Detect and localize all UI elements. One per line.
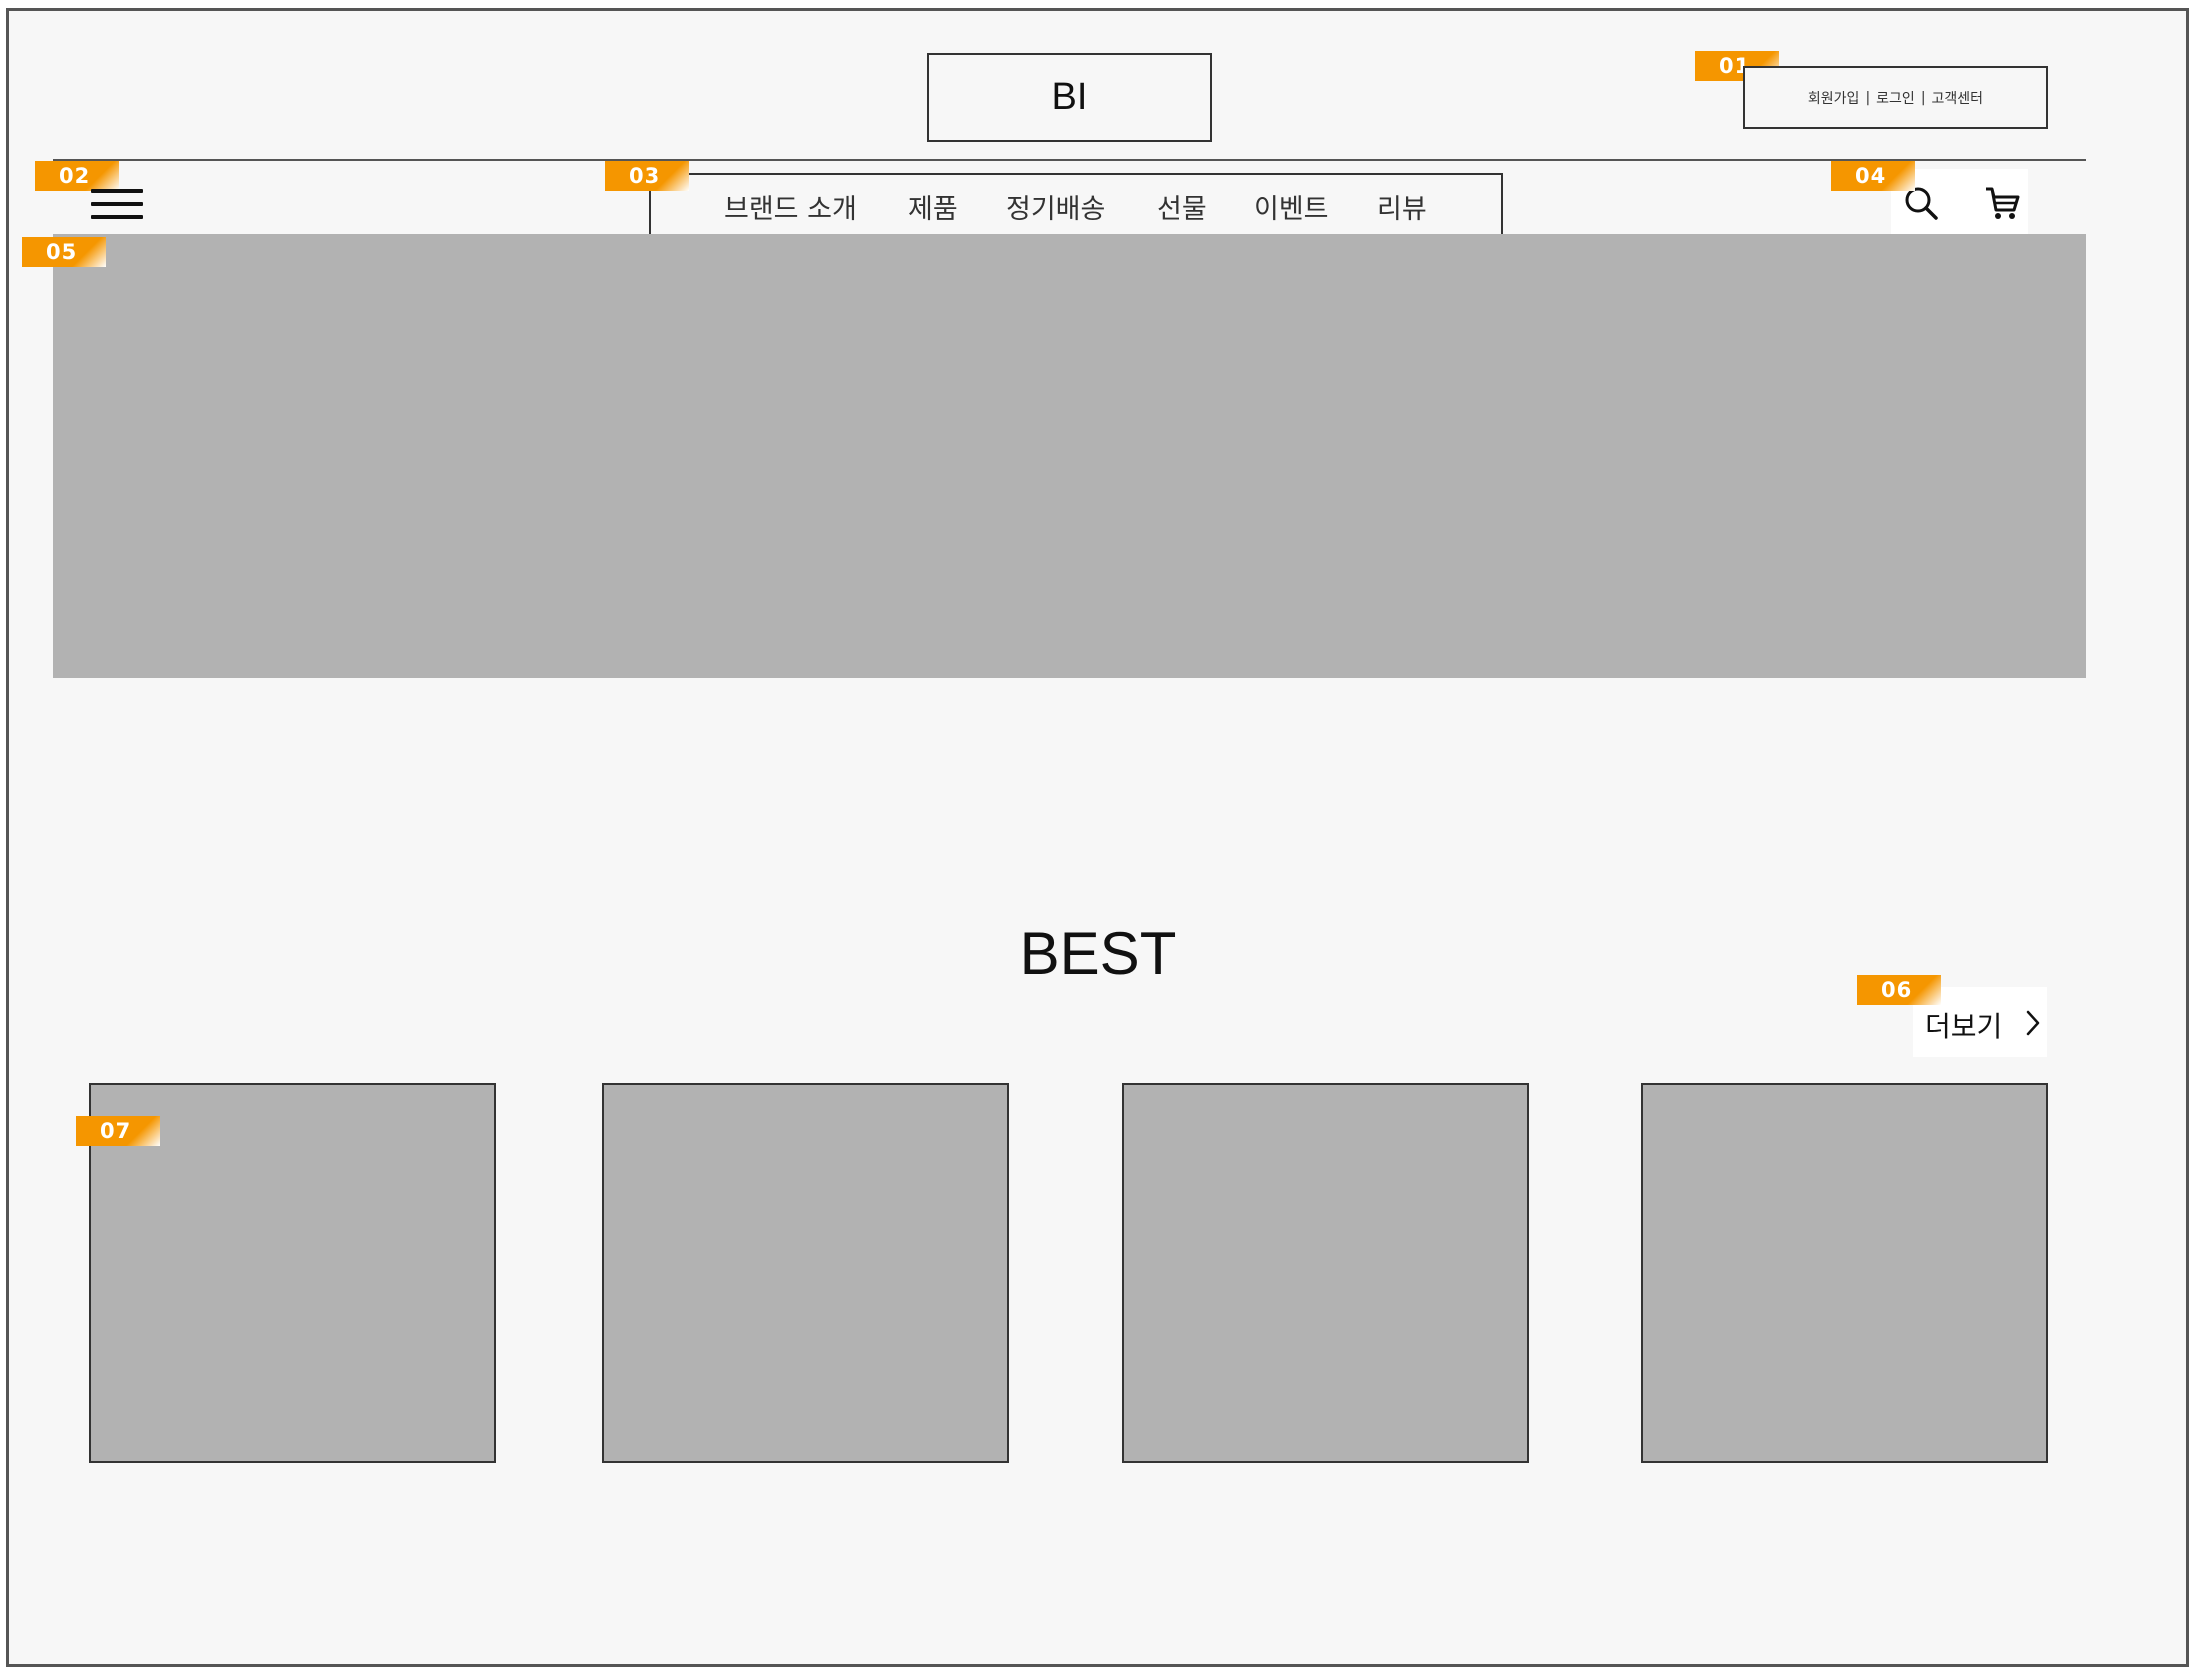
product-card[interactable] bbox=[1122, 1083, 1529, 1463]
brand-logo-text: BI bbox=[1051, 76, 1088, 118]
nav-item-subscription[interactable]: 정기배송 bbox=[1006, 187, 1105, 226]
nav-item-event[interactable]: 이벤트 bbox=[1254, 187, 1329, 226]
product-card[interactable] bbox=[1641, 1083, 2048, 1463]
more-label: 더보기 bbox=[1925, 1010, 2003, 1043]
annotation-badge-03: 03 bbox=[605, 161, 689, 191]
annotation-badge-07: 07 bbox=[76, 1116, 160, 1146]
wireframe-page: 01 회원가입 | 로그인 | 고객센터 BI 02 브랜드 소개 제품 정기배… bbox=[6, 8, 2189, 1667]
utility-separator: | bbox=[1865, 89, 1871, 106]
utility-links: 회원가입 | 로그인 | 고객센터 bbox=[1743, 66, 2048, 129]
support-link[interactable]: 고객센터 bbox=[1932, 88, 1984, 108]
brand-logo[interactable]: BI bbox=[927, 53, 1212, 142]
main-navigation: 브랜드 소개 제품 정기배송 선물 이벤트 리뷰 bbox=[649, 173, 1503, 236]
chevron-right-icon bbox=[2026, 1010, 2040, 1036]
nav-item-products[interactable]: 제품 bbox=[908, 187, 958, 226]
cart-icon[interactable] bbox=[1983, 183, 2023, 223]
signup-link[interactable]: 회원가입 bbox=[1808, 88, 1860, 108]
login-link[interactable]: 로그인 bbox=[1876, 88, 1915, 108]
nav-item-review[interactable]: 리뷰 bbox=[1377, 187, 1427, 226]
nav-item-brand[interactable]: 브랜드 소개 bbox=[724, 187, 857, 226]
annotation-badge-04: 04 bbox=[1831, 161, 1915, 191]
utility-separator: | bbox=[1920, 89, 1926, 106]
hero-banner[interactable] bbox=[53, 234, 2086, 678]
product-card[interactable] bbox=[602, 1083, 1009, 1463]
nav-item-gift[interactable]: 선물 bbox=[1157, 187, 1207, 226]
header-divider bbox=[53, 159, 2086, 161]
hamburger-menu-icon[interactable] bbox=[91, 185, 145, 225]
annotation-badge-05: 05 bbox=[22, 237, 106, 267]
annotation-badge-06: 06 bbox=[1857, 975, 1941, 1005]
